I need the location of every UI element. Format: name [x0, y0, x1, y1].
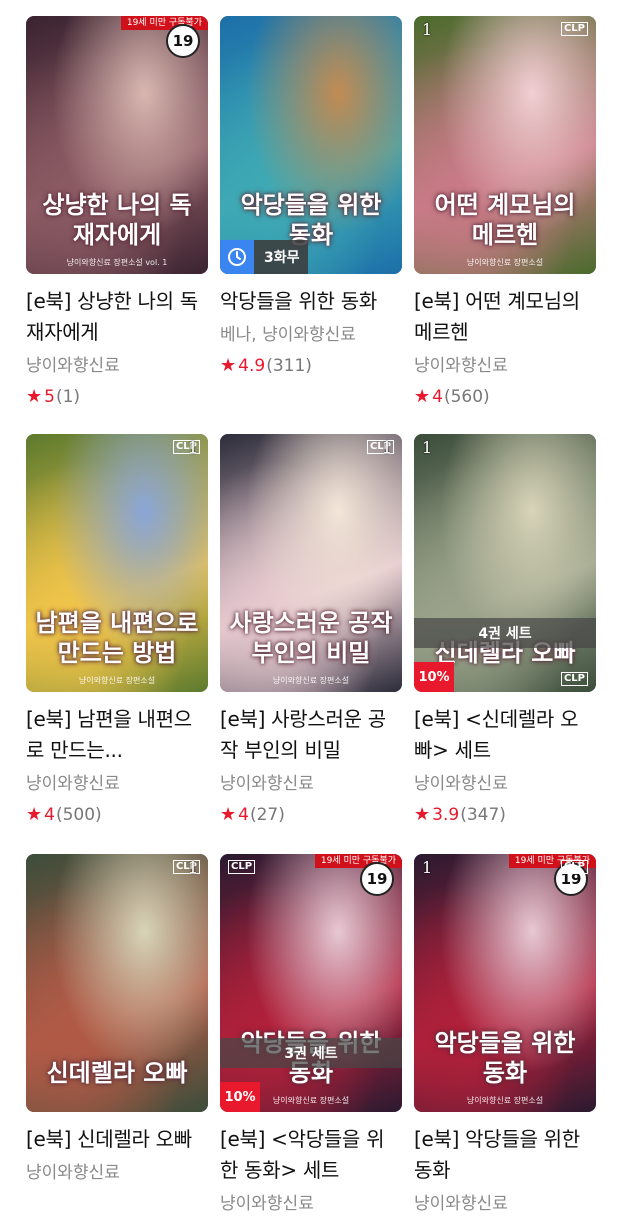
book-rating: ★ 3.9 (347): [414, 804, 596, 826]
book-title[interactable]: [e북] 남편을 내편으로 만드는...: [26, 704, 208, 766]
volume-number: 1: [422, 858, 433, 877]
cover-subtitle-art: 냥이와향신료 장편소설: [466, 1096, 544, 1105]
book-title[interactable]: 악당들을 위한 동화: [220, 286, 402, 317]
publisher-logo: CLP: [560, 672, 588, 686]
star-icon: ★: [26, 804, 43, 825]
rating-score: 5: [44, 387, 55, 407]
publisher-logo: CLP: [560, 860, 588, 874]
book-author: 냥이와향신료: [414, 356, 508, 376]
book-cover[interactable]: 19세 미만 구독불가 19 CLP 1 악당들을 위한 동화 냥이와향신료 장편소설: [414, 854, 596, 1112]
cover-title-art: 사랑스러운 공작 부인의 비밀: [229, 608, 393, 667]
cover-title-art: 남편을 내편으로 만드는 방법: [35, 608, 199, 667]
book-card[interactable]: CLP 1 남편을 내편으로 만드는 방법 냥이와향신료 장편소설 [e북] 남편을 내…: [26, 434, 208, 826]
book-author: 냥이와향신료: [220, 1194, 314, 1214]
cover-title-art: 상냥한 나의 독재자에게: [42, 190, 192, 249]
book-card[interactable]: CLP 1 사랑스러운 공작 부인의 비밀 냥이와향신료 장편소설 [e북] 사랑스러운…: [220, 434, 402, 826]
cover-subtitle-art: 냥이와향신료 장편소설: [78, 676, 156, 685]
rating-count: (347): [460, 805, 506, 825]
book-cover[interactable]: 19세 미만 구독불가19CLP악당들을 위한 동화냥이와향신료 장편소설3권 …: [220, 854, 402, 1112]
cover-subtitle-art: 냥이와향신료 장편소설: [272, 676, 350, 685]
book-cover[interactable]: CLP 1 사랑스러운 공작 부인의 비밀 냥이와향신료 장편소설: [220, 434, 402, 692]
cover-subtitle-art: 냥이와향신료 장편소설 vol. 1: [66, 258, 168, 267]
book-title[interactable]: [e북] 사랑스러운 공작 부인의 비밀: [220, 704, 402, 766]
rating-score: 4.9: [238, 356, 266, 376]
rating-count: (27): [249, 805, 285, 825]
book-card[interactable]: 19세 미만 구독불가 19 CLP 1 악당들을 위한 동화 냥이와향신료 장편소설 [e…: [414, 854, 596, 1216]
book-title[interactable]: [e북] <악당들을 위한 동화> 세트: [220, 1124, 402, 1186]
volume-number: 1: [187, 858, 198, 877]
book-title[interactable]: [e북] 악당들을 위한 동화: [414, 1124, 596, 1186]
age-19-badge: 19: [166, 24, 200, 58]
cover-title-art: 신데렐라 오빠: [46, 1058, 188, 1087]
book-author: 냥이와향신료: [414, 774, 508, 794]
book-cover[interactable]: CLP 1 신데렐라 오빠: [26, 854, 208, 1112]
volume-number: 1: [422, 438, 433, 457]
rating-count: (500): [55, 805, 102, 825]
book-cover[interactable]: 19세 미만 구독불가 19 상냥한 나의 독재자에게 냥이와향신료 장편소설 vol…: [26, 16, 208, 274]
discount-badge: 10%: [220, 1082, 260, 1112]
star-icon: ★: [414, 804, 431, 825]
discount-badge: 10%: [414, 662, 454, 692]
rating-count: (311): [266, 356, 312, 376]
book-author: 냥이와향신료: [26, 1163, 120, 1183]
book-author: 냥이와향신료: [26, 356, 120, 376]
book-author: 베나, 냥이와향신료: [220, 325, 356, 345]
set-count-band: 4권 세트: [414, 618, 596, 648]
book-author: 냥이와향신료: [220, 774, 314, 794]
book-cover[interactable]: CLP 1 신데렐라 오빠 4권 세트 10%: [414, 434, 596, 692]
rating-score: 4: [432, 387, 443, 407]
book-card[interactable]: 19세 미만 구독불가 19 상냥한 나의 독재자에게 냥이와향신료 장편소설 vol…: [26, 16, 208, 408]
age-19-badge: 19: [360, 862, 394, 896]
cover-title-art: 어떤 계모님의 메르헨: [434, 190, 576, 249]
star-icon: ★: [220, 355, 237, 376]
book-title[interactable]: [e북] 어떤 계모님의 메르헨: [414, 286, 596, 348]
book-cover[interactable]: 악당들을 위한 동화 3화무: [220, 16, 402, 274]
book-rating: ★ 4 (500): [26, 804, 208, 826]
rating-score: 4: [44, 805, 55, 825]
rating-score: 3.9: [432, 805, 460, 825]
book-author: 냥이와향신료: [414, 1194, 508, 1214]
book-card[interactable]: CLP 1 신데렐라 오빠 [e북] 신데렐라 오빠 냥이와향신료: [26, 854, 208, 1185]
star-icon: ★: [26, 386, 43, 407]
book-card[interactable]: 19세 미만 구독불가19CLP악당들을 위한 동화냥이와향신료 장편소설3권 …: [220, 854, 402, 1216]
set-count-band: 3권 세트: [220, 1038, 402, 1068]
publisher-logo: CLP: [560, 22, 588, 36]
cover-subtitle-art: 냥이와향신료 장편소설: [466, 258, 544, 267]
book-cover[interactable]: CLP 1 어떤 계모님의 메르헨냥이와향신료 장편소설: [414, 16, 596, 274]
book-rating: ★ 4.9 (311): [220, 355, 402, 377]
wait-free-badge: 3화무: [220, 240, 308, 274]
volume-number: 1: [381, 438, 392, 457]
book-author: 냥이와향신료: [26, 774, 120, 794]
star-icon: ★: [220, 804, 237, 825]
book-card[interactable]: CLP 1 어떤 계모님의 메르헨냥이와향신료 장편소설 [e북] 어떤 계모님의 메…: [414, 16, 596, 408]
rating-score: 4: [238, 805, 249, 825]
book-title[interactable]: [e북] 신데렐라 오빠: [26, 1124, 208, 1155]
clock-icon: [220, 240, 254, 274]
book-rating: ★ 4 (27): [220, 804, 402, 826]
rating-count: (1): [55, 387, 81, 407]
book-title[interactable]: [e북] <신데렐라 오빠> 세트: [414, 704, 596, 766]
book-title[interactable]: [e북] 상냥한 나의 독재자에게: [26, 286, 208, 348]
rating-count: (560): [443, 387, 490, 407]
book-cover[interactable]: CLP 1 남편을 내편으로 만드는 방법 냥이와향신료 장편소설: [26, 434, 208, 692]
volume-number: 1: [187, 438, 198, 457]
book-card[interactable]: CLP 1 신데렐라 오빠 4권 세트 10% [e북] <신데렐라 오빠> 세트 냥이와향…: [414, 434, 596, 826]
wait-free-label: 3화무: [264, 250, 300, 266]
star-icon: ★: [414, 386, 431, 407]
publisher-logo: CLP: [228, 860, 256, 874]
book-rating: ★ 4 (560): [414, 386, 596, 408]
cover-title-art: 악당들을 위한 동화: [434, 1028, 576, 1087]
book-card[interactable]: 악당들을 위한 동화 3화무악당들을 위한 동화베나, 냥이와향신료 ★ 4.9…: [220, 16, 402, 377]
book-rating: ★ 5 (1): [26, 386, 208, 408]
volume-number: 1: [422, 20, 433, 39]
